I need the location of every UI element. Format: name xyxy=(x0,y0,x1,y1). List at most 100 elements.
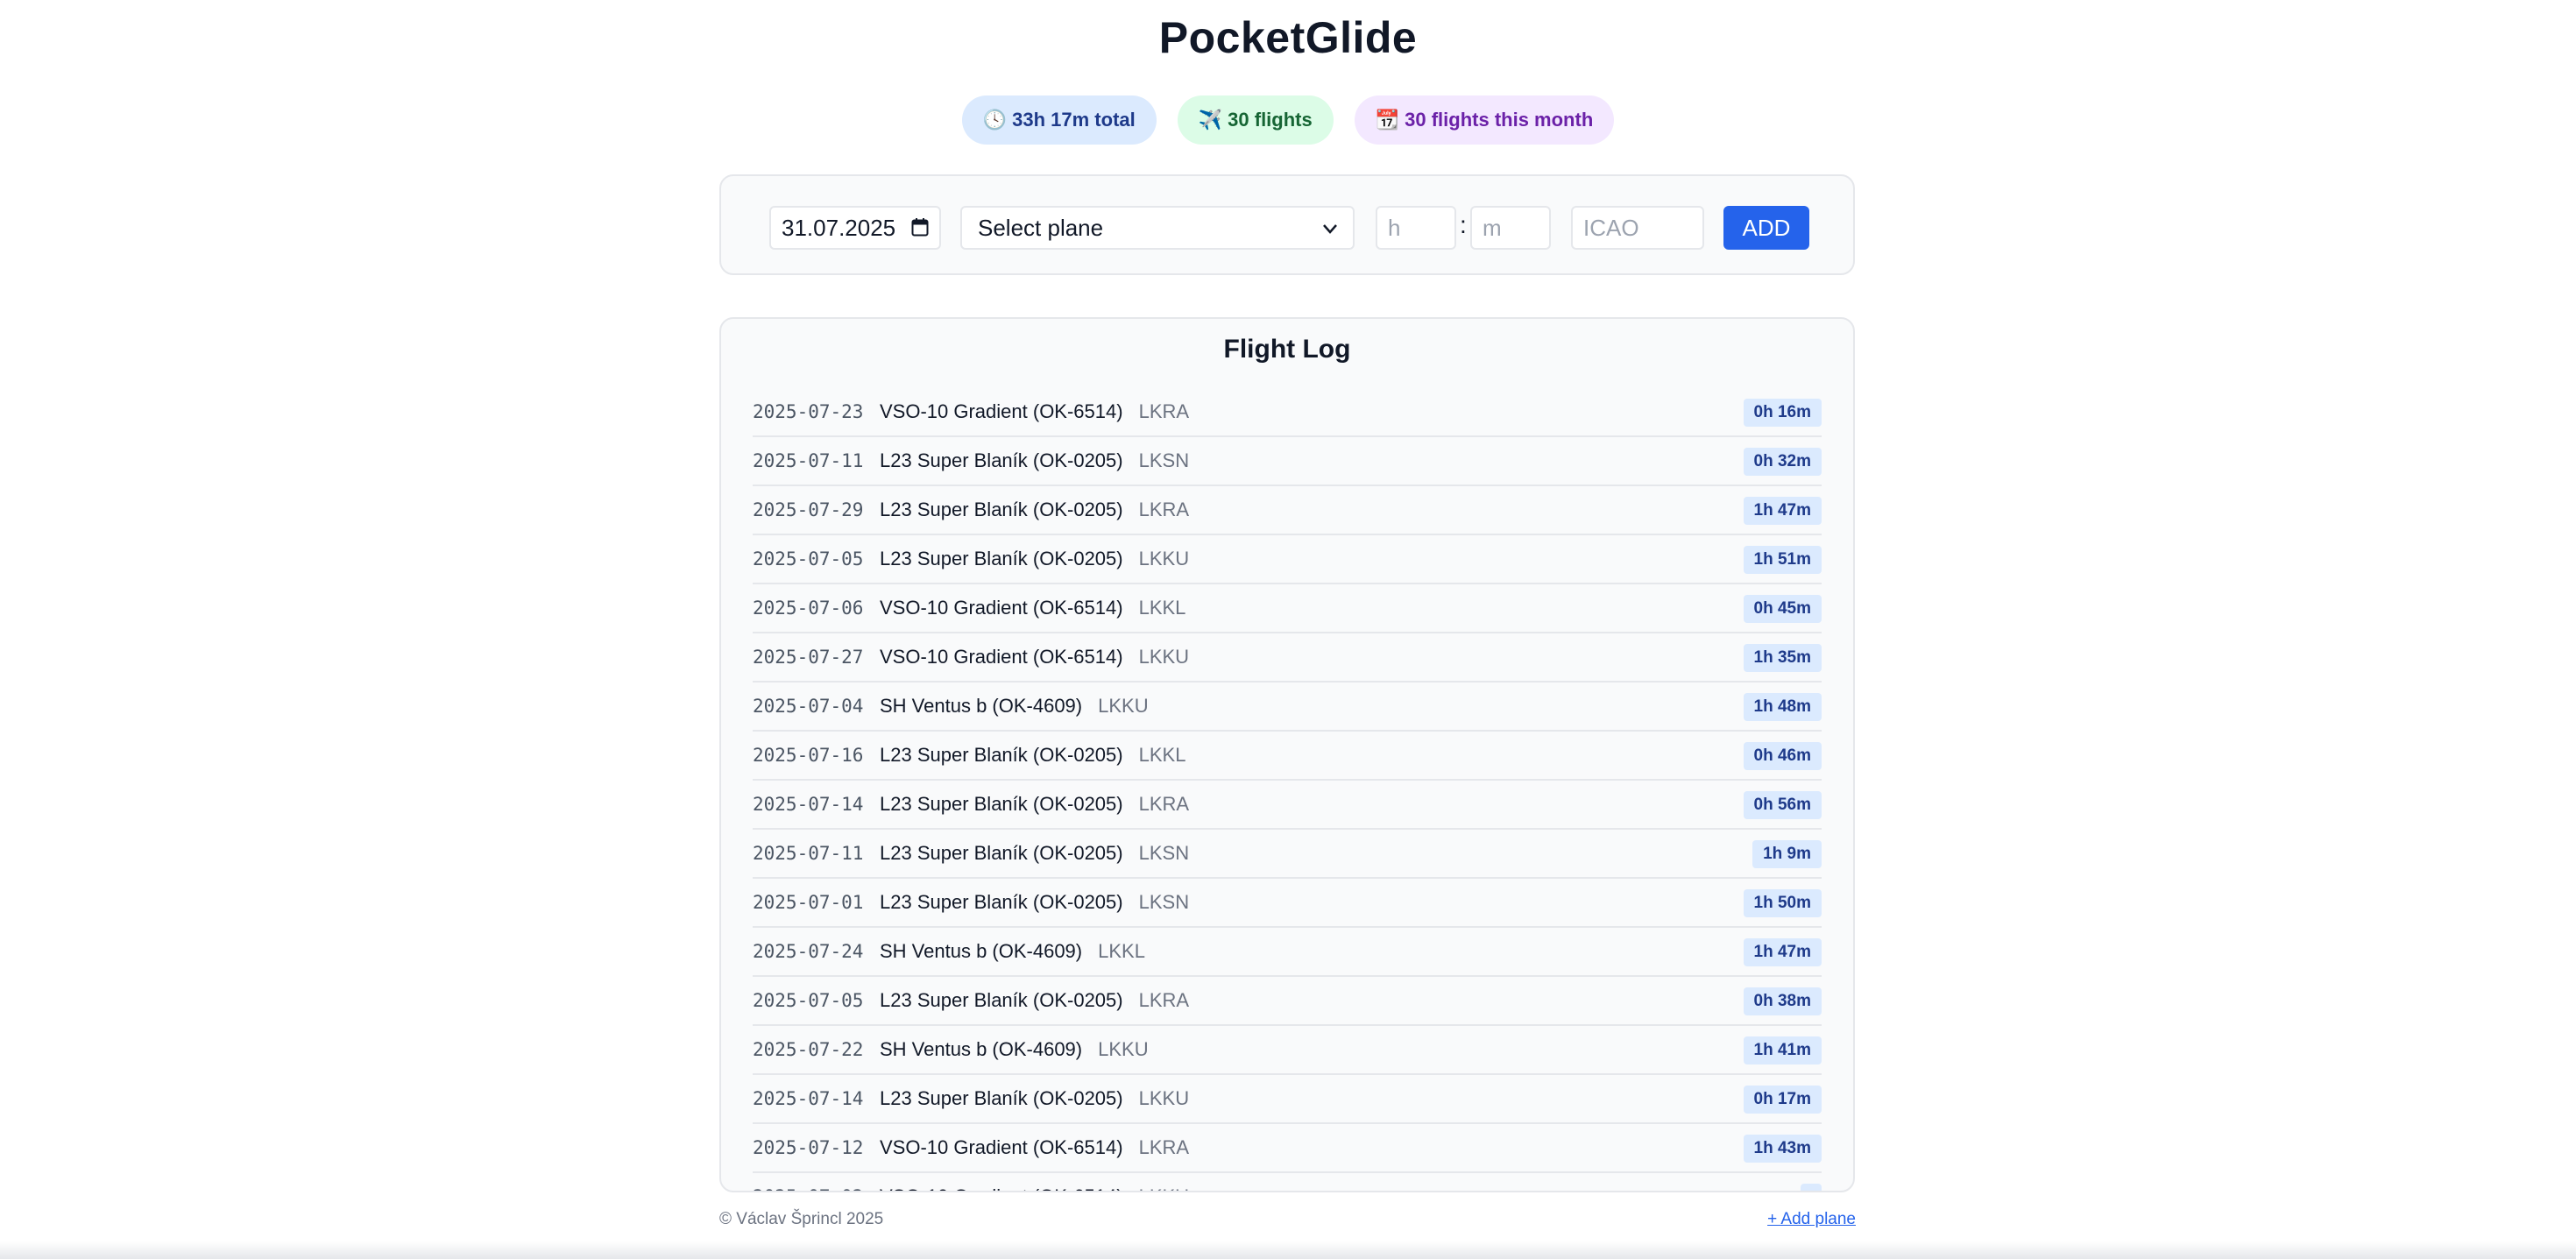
flight-duration: 1h 9m xyxy=(1752,840,1822,868)
flight-icao: LKSN xyxy=(1138,891,1190,913)
flight-plane: L23 Super Blaník (OK-0205) xyxy=(880,989,1123,1011)
hours-input[interactable]: h xyxy=(1376,206,1456,250)
flight-duration: 1h 35m xyxy=(1743,644,1822,672)
flight-row[interactable]: 2025-07-06 VSO-10 Gradient (OK-6514) LKKL 0… xyxy=(753,584,1822,633)
stats-bar: 🕓 33h 17m total ✈️ 30 flights 📆 30 fligh… xyxy=(0,95,2576,145)
flight-date: 2025-07-05 xyxy=(753,990,864,1011)
flight-plane: L23 Super Blaník (OK-0205) xyxy=(880,1087,1123,1109)
flight-duration xyxy=(1801,1184,1822,1191)
flight-duration: 1h 48m xyxy=(1743,693,1822,721)
flight-duration: 1h 43m xyxy=(1743,1135,1822,1163)
flight-row[interactable]: 2025-07-04 SH Ventus b (OK-4609) LKKU 1h 48… xyxy=(753,683,1822,732)
plane-select-value: Select plane xyxy=(978,214,1104,241)
flight-plane: L23 Super Blaník (OK-0205) xyxy=(880,744,1123,766)
flight-duration: 1h 50m xyxy=(1743,889,1822,917)
flight-row[interactable]: 2025-07-05 L23 Super Blaník (OK-0205) LKRA… xyxy=(753,977,1822,1026)
minutes-input[interactable]: m xyxy=(1470,206,1551,250)
flight-icao: LKRA xyxy=(1138,989,1190,1011)
flight-duration: 0h 46m xyxy=(1743,742,1822,770)
flight-duration: 1h 41m xyxy=(1743,1036,1822,1064)
flight-icao: LKRA xyxy=(1138,1136,1190,1158)
flight-icao: LKKU xyxy=(1098,695,1149,717)
app-title: PocketGlide xyxy=(1158,13,1418,62)
add-flight-form: 31.07.2025 Select plane h : m ICAO ADD xyxy=(719,174,1855,275)
flight-icao: LKKU xyxy=(1138,548,1190,569)
flight-date: 2025-07-14 xyxy=(753,794,864,815)
flight-plane: SH Ventus b (OK-4609) xyxy=(880,940,1083,962)
icao-input[interactable]: ICAO xyxy=(1571,206,1704,250)
flight-plane: VSO-10 Gradient (OK-6514) xyxy=(880,1136,1123,1158)
flight-date: 2025-07-22 xyxy=(753,1039,864,1060)
flight-icao: LKKL xyxy=(1098,940,1145,962)
total-time-badge: 🕓 33h 17m total xyxy=(961,95,1157,145)
clock-icon: 🕓 xyxy=(982,109,1008,131)
flight-duration: 0h 16m xyxy=(1743,399,1822,427)
flight-date: 2025-07-14 xyxy=(753,1088,864,1109)
flight-date: 2025-07-11 xyxy=(753,450,864,471)
flight-icao: LKRA xyxy=(1138,499,1190,520)
flight-row[interactable]: 2025-07-05 L23 Super Blaník (OK-0205) LKKU… xyxy=(753,535,1822,584)
flight-duration: 1h 51m xyxy=(1743,546,1822,574)
flight-row[interactable]: 2025-07-01 L23 Super Blaník (OK-0205) LKSN… xyxy=(753,879,1822,928)
airplane-icon: ✈️ xyxy=(1198,109,1223,131)
flight-row[interactable]: 2025-07-11 L23 Super Blaník (OK-0205) LKSN… xyxy=(753,437,1822,486)
date-input[interactable]: 31.07.2025 xyxy=(769,206,941,250)
flight-duration: 0h 32m xyxy=(1743,448,1822,476)
flight-date: 2025-07-27 xyxy=(753,647,864,668)
add-flight-button[interactable]: ADD xyxy=(1723,206,1809,250)
flight-icao: LKRA xyxy=(1138,400,1190,422)
flight-row[interactable]: 2025-07-02VSO-10 Gradient (OK-6514) LKKU xyxy=(753,1173,1822,1191)
footer-copyright: © Václav Šprincl 2025 xyxy=(719,1210,884,1228)
total-time-label: 33h 17m total xyxy=(1012,109,1136,131)
flight-date: 2025-07-23 xyxy=(753,401,864,422)
flight-duration: 1h 47m xyxy=(1743,497,1822,525)
flight-date: 2025-07-06 xyxy=(753,598,864,619)
calendar-picker-icon[interactable] xyxy=(911,217,929,237)
hours-placeholder: h xyxy=(1388,214,1401,241)
flight-icao: LKKU xyxy=(1138,1087,1190,1109)
flight-icao: LKKL xyxy=(1138,597,1186,619)
flight-plane: SH Ventus b (OK-4609) xyxy=(880,695,1083,717)
icao-placeholder: ICAO xyxy=(1583,214,1639,241)
flight-row[interactable]: 2025-07-14 L23 Super Blaník (OK-0205) LKRA… xyxy=(753,781,1822,830)
flight-row[interactable]: 2025-07-22 SH Ventus b (OK-4609) LKKU 1h 41… xyxy=(753,1026,1822,1075)
flight-row[interactable]: 2025-07-14 L23 Super Blaník (OK-0205) LKKU… xyxy=(753,1075,1822,1124)
minutes-placeholder: m xyxy=(1483,214,1502,241)
flight-row[interactable]: 2025-07-27 VSO-10 Gradient (OK-6514) LKKU 1… xyxy=(753,633,1822,683)
flight-duration: 0h 45m xyxy=(1743,595,1822,623)
flight-date: 2025-07-01 xyxy=(753,892,864,913)
flight-plane: VSO-10 Gradient (OK-6514) xyxy=(880,400,1123,422)
flight-plane: VSO-10 Gradient (OK-6514) xyxy=(880,597,1123,619)
flight-plane: L23 Super Blaník (OK-0205) xyxy=(880,449,1123,471)
time-separator: : xyxy=(1460,211,1467,238)
flight-row[interactable]: 2025-07-12 VSO-10 Gradient (OK-6514) LKRA 1… xyxy=(753,1124,1822,1173)
flight-plane: L23 Super Blaník (OK-0205) xyxy=(880,548,1123,569)
flight-date: 2025-07-12 xyxy=(753,1137,864,1158)
flight-date: 2025-07-11 xyxy=(753,843,864,864)
flight-row[interactable]: 2025-07-16 L23 Super Blaník (OK-0205) LKKL… xyxy=(753,732,1822,781)
plane-select[interactable]: Select plane xyxy=(960,206,1355,250)
flight-log-list[interactable]: 2025-07-23 VSO-10 Gradient (OK-6514) LKRA 0… xyxy=(753,388,1822,1191)
flight-plane: SH Ventus b (OK-4609) xyxy=(880,1038,1083,1060)
add-plane-link[interactable]: + Add plane xyxy=(1767,1210,1856,1229)
flight-plane: VSO-10 Gradient (OK-6514) xyxy=(880,646,1123,668)
flight-log-title: Flight Log xyxy=(1223,335,1351,364)
flight-date: 2025-07-05 xyxy=(753,548,864,569)
calendar-icon: 📆 xyxy=(1375,109,1400,131)
flight-date: 2025-07-29 xyxy=(753,499,864,520)
flight-plane: L23 Super Blaník (OK-0205) xyxy=(880,793,1123,815)
flight-date: 2025-07-04 xyxy=(753,696,864,717)
flight-row[interactable]: 2025-07-11 L23 Super Blaník (OK-0205) LKSN… xyxy=(753,830,1822,879)
flight-icao: LKKU xyxy=(1098,1038,1149,1060)
date-input-value: 31.07.2025 xyxy=(782,214,896,241)
flight-row[interactable]: 2025-07-24 SH Ventus b (OK-4609) LKKL 1h 47… xyxy=(753,928,1822,977)
flight-date: 2025-07-02 xyxy=(753,1186,880,1191)
flight-icao: LKSN xyxy=(1138,449,1190,471)
month-flights-badge: 📆 30 flights this month xyxy=(1354,95,1615,145)
flight-plane: L23 Super Blaník (OK-0205) xyxy=(880,499,1123,520)
flight-icao: LKKU xyxy=(1138,646,1190,668)
flights-count-label: 30 flights xyxy=(1228,109,1313,131)
flight-row[interactable]: 2025-07-23 VSO-10 Gradient (OK-6514) LKRA 0… xyxy=(753,388,1822,437)
flight-duration: 1h 47m xyxy=(1743,938,1822,966)
flight-row[interactable]: 2025-07-29 L23 Super Blaník (OK-0205) LKRA… xyxy=(753,486,1822,535)
